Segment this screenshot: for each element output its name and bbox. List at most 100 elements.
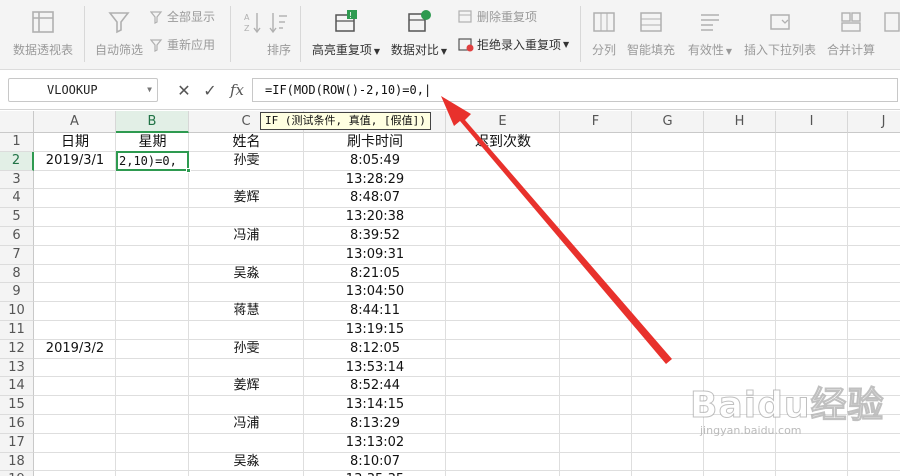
reject-duplicates-button[interactable]: 拒绝录入重复项 ▼ [458, 36, 569, 53]
punch-time-cell[interactable]: 13:19:15 [304, 321, 446, 340]
name-cell[interactable] [189, 471, 304, 476]
row-header-4[interactable]: 4 [0, 189, 34, 209]
punch-time-cell[interactable]: 13:04:50 [304, 283, 446, 302]
row-header-14[interactable]: 14 [0, 377, 34, 397]
date-cell[interactable] [34, 171, 116, 190]
split-columns-button[interactable]: 分列 [586, 0, 622, 70]
punch-time-cell[interactable]: 8:48:07 [304, 189, 446, 208]
punch-time-cell[interactable]: 13:13:02 [304, 434, 446, 453]
row-header-11[interactable]: 11 [0, 321, 34, 340]
validity-button[interactable]: 有效性 ▼ [682, 0, 738, 70]
name-cell[interactable] [189, 171, 304, 190]
column-header-e[interactable]: E [446, 111, 560, 133]
name-cell[interactable] [189, 283, 304, 302]
punch-time-cell[interactable]: 13:35:35 [304, 471, 446, 476]
name-cell[interactable] [189, 321, 304, 340]
punch-time-cell[interactable]: 8:21:05 [304, 265, 446, 284]
row-header-1[interactable]: 1 [0, 133, 34, 152]
punch-time-cell[interactable]: 8:12:05 [304, 340, 446, 359]
punch-time-cell[interactable]: 13:14:15 [304, 396, 446, 415]
column-header-a[interactable]: A [34, 111, 116, 133]
delete-duplicates-button[interactable]: 删除重复项 [458, 8, 537, 25]
punch-time-cell[interactable]: 8:13:29 [304, 415, 446, 434]
header-cell-punch-time[interactable]: 刷卡时间 [304, 133, 446, 152]
header-cell-weekday[interactable]: 星期 [116, 133, 189, 152]
header-cell-date[interactable]: 日期 [34, 133, 116, 152]
row-header-16[interactable]: 16 [0, 415, 34, 434]
date-cell[interactable] [34, 471, 116, 476]
name-cell[interactable] [189, 246, 304, 265]
insert-function-button[interactable]: fx [226, 80, 248, 100]
row-header-2[interactable]: 2 [0, 151, 34, 171]
show-all-button[interactable]: 全部显示 [150, 8, 215, 25]
date-cell[interactable] [34, 359, 116, 378]
date-cell[interactable] [34, 302, 116, 321]
more-tools-button[interactable] [880, 0, 900, 70]
date-cell[interactable] [34, 321, 116, 340]
date-cell[interactable] [34, 208, 116, 227]
name-cell[interactable]: 蒋慧 [189, 302, 304, 321]
name-cell[interactable]: 冯浦 [189, 415, 304, 434]
punch-time-cell[interactable]: 13:20:38 [304, 208, 446, 227]
header-cell-late-count[interactable]: 迟到次数 [446, 133, 560, 152]
name-cell[interactable] [189, 434, 304, 453]
confirm-edit-button[interactable]: ✓ [200, 80, 220, 100]
name-cell[interactable]: 吴淼 [189, 265, 304, 284]
active-cell-b2[interactable]: 2,10)=0, [116, 151, 189, 171]
punch-time-cell[interactable]: 8:39:52 [304, 227, 446, 246]
row-header-18[interactable]: 18 [0, 452, 34, 472]
name-cell[interactable] [189, 208, 304, 227]
data-compare-button[interactable]: 数据对比 ▼ [388, 0, 450, 70]
row-header-15[interactable]: 15 [0, 396, 34, 415]
punch-time-cell[interactable]: 8:44:11 [304, 302, 446, 321]
insert-dropdown-list-button[interactable]: 插入下拉列表 [740, 0, 820, 70]
pivot-table-button[interactable]: 数据透视表 [6, 0, 80, 70]
highlight-duplicates-button[interactable]: ! 高亮重复项 ▼ [306, 0, 386, 70]
date-cell[interactable]: 2019/3/1 [34, 152, 116, 171]
sort-button[interactable]: 排序 [262, 0, 296, 70]
row-header-9[interactable]: 9 [0, 283, 34, 303]
punch-time-cell[interactable]: 8:52:44 [304, 377, 446, 396]
date-cell[interactable] [34, 377, 116, 396]
date-cell[interactable] [34, 453, 116, 472]
date-cell[interactable] [34, 246, 116, 265]
reapply-button[interactable]: 重新应用 [150, 36, 215, 53]
consolidate-button[interactable]: 合并计算 [822, 0, 880, 70]
date-cell[interactable] [34, 189, 116, 208]
column-header-b[interactable]: B [116, 111, 189, 133]
name-box-dropdown-icon[interactable]: ▼ [147, 79, 152, 101]
header-cell-name[interactable]: 姓名 [189, 133, 304, 152]
date-cell[interactable] [34, 265, 116, 284]
row-header-17[interactable]: 17 [0, 433, 34, 453]
date-cell[interactable] [34, 227, 116, 246]
autofilter-button[interactable]: 自动筛选 [88, 0, 150, 70]
name-cell[interactable]: 吴淼 [189, 453, 304, 472]
row-header-6[interactable]: 6 [0, 227, 34, 246]
name-cell[interactable] [189, 359, 304, 378]
column-header-f[interactable]: F [560, 111, 632, 133]
row-header-7[interactable]: 7 [0, 245, 34, 265]
row-header-19[interactable]: 19 [0, 471, 34, 476]
punch-time-cell[interactable]: 13:28:29 [304, 171, 446, 190]
row-header-8[interactable]: 8 [0, 264, 34, 284]
date-cell[interactable] [34, 396, 116, 415]
name-cell[interactable]: 姜辉 [189, 189, 304, 208]
date-cell[interactable] [34, 434, 116, 453]
name-cell[interactable]: 孙雯 [189, 152, 304, 171]
row-header-13[interactable]: 13 [0, 358, 34, 378]
cancel-edit-button[interactable]: ✕ [174, 80, 194, 100]
date-cell[interactable] [34, 415, 116, 434]
column-header-j[interactable]: J [848, 111, 900, 133]
row-header-5[interactable]: 5 [0, 208, 34, 227]
smart-fill-button[interactable]: 智能填充 [624, 0, 678, 70]
date-cell[interactable] [34, 283, 116, 302]
date-cell[interactable]: 2019/3/2 [34, 340, 116, 359]
formula-input[interactable]: =IF(MOD(ROW()-2,10)=0,| [252, 78, 898, 102]
punch-time-cell[interactable]: 13:53:14 [304, 359, 446, 378]
punch-time-cell[interactable]: 13:09:31 [304, 246, 446, 265]
name-cell[interactable]: 姜辉 [189, 377, 304, 396]
column-header-g[interactable]: G [632, 111, 704, 133]
row-header-3[interactable]: 3 [0, 170, 34, 190]
name-cell[interactable]: 孙雯 [189, 340, 304, 359]
select-all-corner[interactable] [0, 111, 34, 133]
